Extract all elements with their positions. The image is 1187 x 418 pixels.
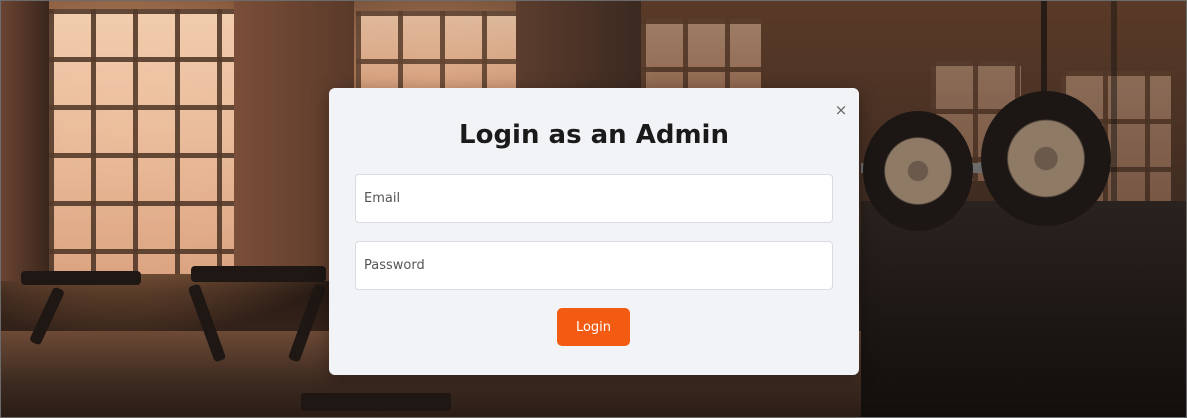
login-button[interactable]: Login: [557, 308, 630, 346]
background-window: [49, 9, 234, 274]
background-window: [641, 19, 761, 89]
modal-title: Login as an Admin: [459, 120, 729, 150]
admin-login-modal: × Login as an Admin Login: [329, 88, 859, 375]
background-bench: [21, 271, 141, 285]
background-bench: [191, 266, 326, 282]
close-icon[interactable]: ×: [833, 102, 849, 118]
background-window: [356, 11, 516, 91]
password-field[interactable]: [355, 241, 833, 290]
background-mat: [301, 393, 451, 411]
background-weight-plate: [863, 111, 973, 231]
background-weight-rack: [861, 201, 1186, 417]
background-pillar: [1, 1, 49, 281]
background-weight-plate: [981, 91, 1111, 226]
email-field[interactable]: [355, 174, 833, 223]
